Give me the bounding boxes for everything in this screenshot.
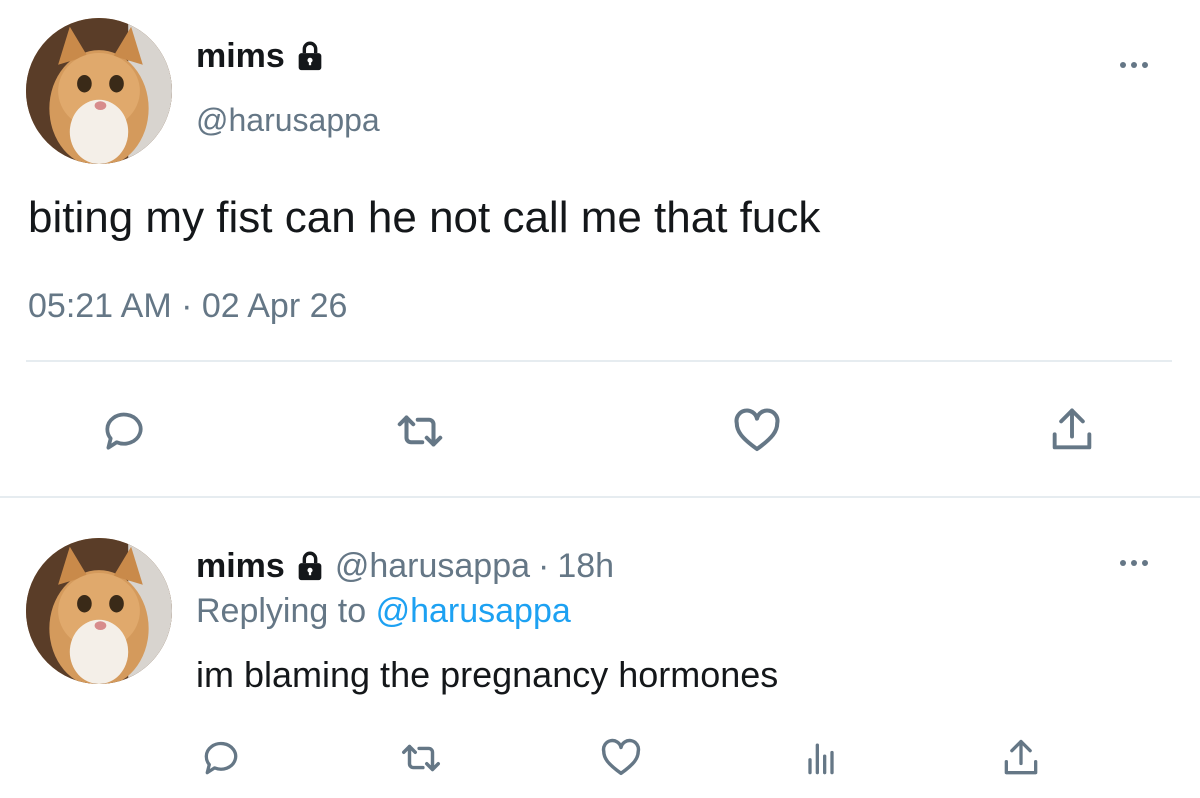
reply-more-options-icon[interactable] bbox=[1120, 560, 1148, 566]
reply-handle[interactable]: @harusappa bbox=[335, 546, 530, 586]
more-options-icon[interactable] bbox=[1120, 62, 1148, 68]
display-name[interactable]: mims bbox=[196, 36, 285, 76]
reply-icon bbox=[204, 741, 238, 775]
replying-label: Replying to bbox=[196, 592, 367, 630]
avatar[interactable] bbox=[26, 18, 172, 164]
handle[interactable]: @harusappa bbox=[196, 100, 380, 140]
like-icon bbox=[601, 738, 641, 776]
time-ago[interactable]: 18h bbox=[557, 546, 614, 586]
lock-icon bbox=[293, 39, 327, 73]
reply-icon bbox=[105, 412, 143, 450]
cat-avatar-icon bbox=[26, 18, 172, 164]
reply-like-button[interactable] bbox=[596, 734, 646, 782]
like-button[interactable] bbox=[728, 404, 786, 458]
retweet-icon bbox=[397, 415, 443, 447]
analytics-icon bbox=[808, 743, 834, 775]
reply-reply-button[interactable] bbox=[196, 734, 246, 782]
timestamp[interactable]: 05:21 AM · 02 Apr 26 bbox=[28, 285, 347, 327]
retweet-icon bbox=[402, 744, 440, 772]
reply-button[interactable] bbox=[96, 404, 152, 458]
share-button[interactable] bbox=[1044, 402, 1100, 458]
reply-text: im blaming the pregnancy hormones bbox=[196, 654, 779, 695]
replying-handle-link[interactable]: @harusappa bbox=[376, 592, 571, 630]
reply-analytics-button[interactable] bbox=[796, 734, 846, 782]
like-icon bbox=[734, 408, 780, 452]
lock-icon bbox=[293, 549, 327, 583]
section-divider bbox=[0, 496, 1200, 498]
reply-retweet-button[interactable] bbox=[396, 734, 446, 782]
reply-share-button[interactable] bbox=[996, 734, 1046, 782]
reply-avatar[interactable] bbox=[26, 538, 172, 684]
cat-avatar-icon bbox=[26, 538, 172, 684]
divider bbox=[26, 360, 1172, 362]
reply-display-name[interactable]: mims bbox=[196, 546, 285, 586]
share-icon bbox=[1004, 739, 1038, 775]
retweet-button[interactable] bbox=[390, 404, 450, 458]
share-icon bbox=[1052, 408, 1092, 450]
separator: · bbox=[538, 547, 550, 585]
tweet-text: biting my fist can he not call me that f… bbox=[28, 193, 821, 242]
